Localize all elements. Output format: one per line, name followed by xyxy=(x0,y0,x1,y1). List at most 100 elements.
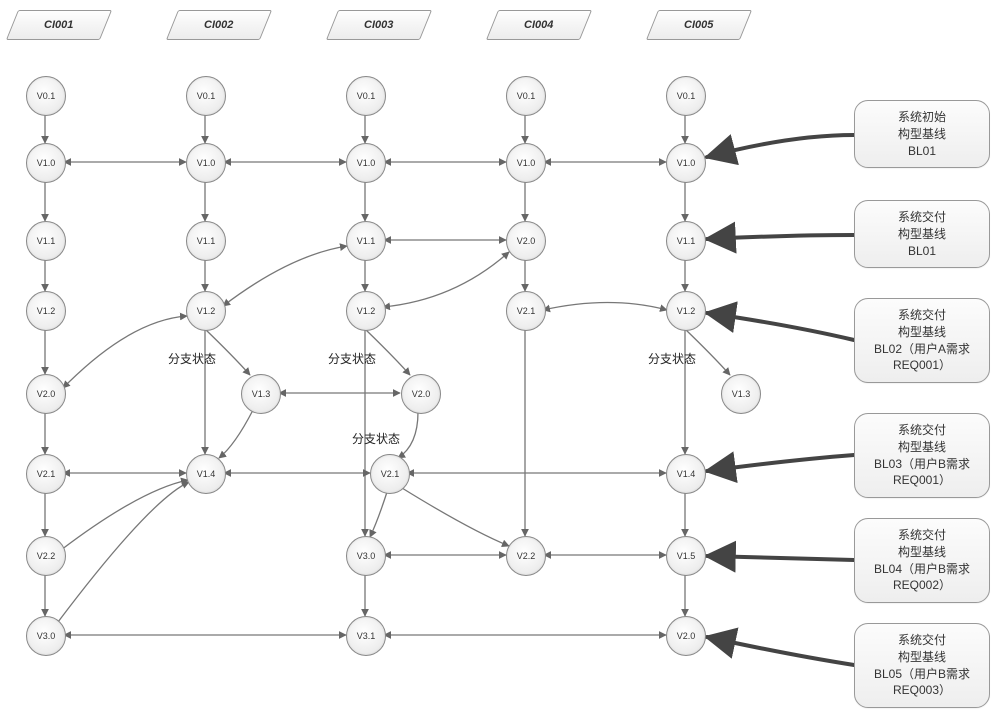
node-ci005-v1-4: V1.4 xyxy=(666,454,706,494)
node-label: V0.1 xyxy=(197,91,216,101)
node-label: V1.1 xyxy=(197,236,216,246)
branch-label: 分支状态 xyxy=(168,350,216,367)
node-ci005-v1-0: V1.0 xyxy=(666,143,706,183)
baseline-box-bl04: 系统交付 构型基线 BL04（用户B需求 REQ002） xyxy=(854,518,990,603)
node-ci004-v1-0: V1.0 xyxy=(506,143,546,183)
node-label: V2.1 xyxy=(381,469,400,479)
arrow-layer xyxy=(0,0,1000,724)
baseline-line: 构型基线 xyxy=(863,126,981,143)
node-label: V1.2 xyxy=(677,306,696,316)
node-label: V1.4 xyxy=(197,469,216,479)
node-label: V1.2 xyxy=(37,306,56,316)
node-ci001-v2-2: V2.2 xyxy=(26,536,66,576)
node-label: V1.0 xyxy=(37,158,56,168)
node-ci003-v3-1: V3.1 xyxy=(346,616,386,656)
node-label: V1.1 xyxy=(37,236,56,246)
baseline-line: BL01 xyxy=(863,143,981,160)
baseline-line: BL05（用户B需求 xyxy=(863,666,981,683)
node-label: V1.1 xyxy=(677,236,696,246)
baseline-box-bl02: 系统交付 构型基线 BL02（用户A需求 REQ001） xyxy=(854,298,990,383)
node-ci003-v1-0: V1.0 xyxy=(346,143,386,183)
header-label: CI005 xyxy=(684,11,713,39)
header-ci004: CI004 xyxy=(486,10,592,40)
node-ci005-v1-2: V1.2 xyxy=(666,291,706,331)
node-ci001-v3-0: V3.0 xyxy=(26,616,66,656)
node-label: V1.2 xyxy=(197,306,216,316)
node-ci002-v0-1: V0.1 xyxy=(186,76,226,116)
baseline-line: REQ001） xyxy=(863,357,981,374)
header-ci003: CI003 xyxy=(326,10,432,40)
node-label: V1.5 xyxy=(677,551,696,561)
header-label: CI003 xyxy=(364,11,393,39)
baseline-box-bl01a: 系统初始 构型基线 BL01 xyxy=(854,100,990,168)
node-label: V2.0 xyxy=(412,389,431,399)
baseline-line: BL03（用户B需求 xyxy=(863,456,981,473)
header-label: CI002 xyxy=(204,11,233,39)
node-label: V1.0 xyxy=(517,158,536,168)
header-label: CI001 xyxy=(44,11,73,39)
node-label: V2.0 xyxy=(517,236,536,246)
node-ci004-v2-0: V2.0 xyxy=(506,221,546,261)
node-ci003-v2-0: V2.0 xyxy=(401,374,441,414)
baseline-line: BL01 xyxy=(863,243,981,260)
node-ci004-v2-1: V2.1 xyxy=(506,291,546,331)
baseline-line: BL02（用户A需求 xyxy=(863,341,981,358)
node-label: V2.0 xyxy=(37,389,56,399)
node-label: V1.1 xyxy=(357,236,376,246)
node-ci005-v1-3: V1.3 xyxy=(721,374,761,414)
node-ci005-v0-1: V0.1 xyxy=(666,76,706,116)
branch-label: 分支状态 xyxy=(328,350,376,367)
diagram-stage: CI001 CI002 CI003 CI004 CI005 V0.1 V1.0 … xyxy=(0,0,1000,724)
node-label: V1.0 xyxy=(197,158,216,168)
node-label: V1.4 xyxy=(677,469,696,479)
node-ci001-v2-1: V2.1 xyxy=(26,454,66,494)
node-ci001-v0-1: V0.1 xyxy=(26,76,66,116)
branch-label: 分支状态 xyxy=(648,350,696,367)
baseline-line: BL04（用户B需求 xyxy=(863,561,981,578)
node-label: V2.2 xyxy=(517,551,536,561)
baseline-line: 构型基线 xyxy=(863,649,981,666)
baseline-line: 构型基线 xyxy=(863,439,981,456)
header-label: CI004 xyxy=(524,11,553,39)
node-ci005-v1-5: V1.5 xyxy=(666,536,706,576)
node-ci003-v3-0: V3.0 xyxy=(346,536,386,576)
node-label: V1.3 xyxy=(252,389,271,399)
header-ci001: CI001 xyxy=(6,10,112,40)
node-ci003-v1-1: V1.1 xyxy=(346,221,386,261)
baseline-box-bl01b: 系统交付 构型基线 BL01 xyxy=(854,200,990,268)
branch-label: 分支状态 xyxy=(352,430,400,447)
node-ci004-v2-2: V2.2 xyxy=(506,536,546,576)
node-ci001-v1-2: V1.2 xyxy=(26,291,66,331)
node-label: V3.0 xyxy=(37,631,56,641)
node-ci001-v1-1: V1.1 xyxy=(26,221,66,261)
node-label: V1.3 xyxy=(732,389,751,399)
node-label: V2.2 xyxy=(37,551,56,561)
baseline-box-bl05: 系统交付 构型基线 BL05（用户B需求 REQ003） xyxy=(854,623,990,708)
node-label: V0.1 xyxy=(37,91,56,101)
node-ci002-v1-3: V1.3 xyxy=(241,374,281,414)
node-ci003-v2-1: V2.1 xyxy=(370,454,410,494)
baseline-line: 系统交付 xyxy=(863,632,981,649)
node-label: V3.1 xyxy=(357,631,376,641)
node-label: V0.1 xyxy=(517,91,536,101)
baseline-box-bl03: 系统交付 构型基线 BL03（用户B需求 REQ001） xyxy=(854,413,990,498)
node-label: V0.1 xyxy=(357,91,376,101)
node-ci001-v2-0: V2.0 xyxy=(26,374,66,414)
node-ci005-v1-1: V1.1 xyxy=(666,221,706,261)
node-ci002-v1-0: V1.0 xyxy=(186,143,226,183)
baseline-line: 系统交付 xyxy=(863,307,981,324)
header-ci002: CI002 xyxy=(166,10,272,40)
node-ci002-v1-1: V1.1 xyxy=(186,221,226,261)
header-ci005: CI005 xyxy=(646,10,752,40)
node-ci001-v1-0: V1.0 xyxy=(26,143,66,183)
node-label: V0.1 xyxy=(677,91,696,101)
node-ci004-v0-1: V0.1 xyxy=(506,76,546,116)
node-label: V1.2 xyxy=(357,306,376,316)
node-ci002-v1-2: V1.2 xyxy=(186,291,226,331)
baseline-line: 构型基线 xyxy=(863,544,981,561)
baseline-line: 构型基线 xyxy=(863,226,981,243)
baseline-line: REQ002） xyxy=(863,577,981,594)
baseline-line: 系统交付 xyxy=(863,422,981,439)
node-ci002-v1-4: V1.4 xyxy=(186,454,226,494)
node-label: V1.0 xyxy=(677,158,696,168)
